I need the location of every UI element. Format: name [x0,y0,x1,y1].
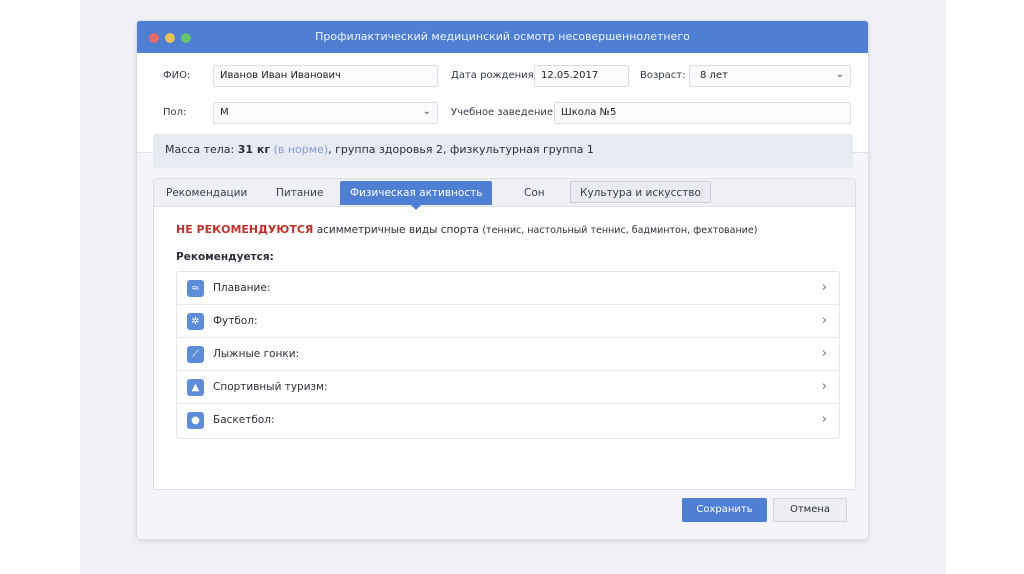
norm-status: (в норме) [273,143,329,156]
mass-value: 31 кг [237,143,271,156]
chevron-right-icon: › [821,379,827,394]
tab-bar: Рекомендации Питание Физическая активнос… [154,179,855,210]
age-select[interactable]: 8 лет ⌄ [689,65,851,87]
skiing-icon: ⟋ [187,346,204,363]
not-recommended-details: (теннис, настольный теннис, бадминтон, ф… [482,225,758,236]
recommended-heading: Рекомендуется: [176,251,274,263]
football-icon: ✲ [187,313,204,330]
not-recommended-text: асимметричные виды спорта [316,224,479,236]
sex-label: Пол: [163,107,187,118]
tab-culture-art[interactable]: Культура и искусство [570,181,711,203]
fio-field[interactable]: Иванов Иван Иванович [213,65,438,87]
health-summary: Масса тела: 31 кг (в норме), группа здор… [153,134,853,168]
chevron-right-icon: › [821,313,827,328]
chevron-down-icon: ⌄ [835,69,844,80]
chevron-right-icon: › [821,412,827,427]
chevron-right-icon: › [821,346,827,361]
fio-label: ФИО: [163,70,191,81]
list-item-skiing[interactable]: ⟋ Лыжные гонки: › [177,338,839,371]
exam-window: Профилактический медицинский осмотр несо… [136,20,869,540]
age-value: 8 лет [700,70,728,81]
item-label: Спортивный туризм: [213,381,328,393]
not-recommended-caps: НЕ РЕКОМЕНДУЮТСЯ [176,223,314,236]
list-item-basketball[interactable]: ● Баскетбол: › [177,404,839,437]
titlebar: Профилактический медицинский осмотр несо… [137,21,868,53]
tab-sleep[interactable]: Сон [514,181,555,205]
chevron-down-icon: ⌄ [422,106,431,117]
age-label: Возраст: [640,70,686,81]
health-groups: , группа здоровья 2, физкультурная групп… [328,143,594,156]
window-title: Профилактический медицинский осмотр несо… [315,30,690,43]
chevron-right-icon: › [821,280,827,295]
school-label: Учебное заведение: [451,107,557,118]
save-button[interactable]: Сохранить [682,498,767,522]
school-field[interactable]: Школа №5 [554,102,851,124]
tab-panel: Рекомендации Питание Физическая активнос… [153,178,856,490]
sex-select[interactable]: М ⌄ [213,102,438,124]
list-item-football[interactable]: ✲ Футбол: › [177,305,839,338]
tab-recommendations[interactable]: Рекомендации [156,181,257,205]
item-label: Лыжные гонки: [213,348,300,360]
dob-field[interactable]: 12.05.2017 [534,65,629,87]
tab-physical-activity[interactable]: Физическая активность [340,181,493,210]
sex-value: М [220,107,229,118]
basketball-icon: ● [187,412,204,429]
item-label: Плавание: [213,282,271,294]
item-label: Футбол: [213,315,258,327]
tab-nutrition[interactable]: Питание [266,181,333,205]
dob-label: Дата рождения: [451,70,538,81]
list-item-hiking[interactable]: ▲ Спортивный туризм: › [177,371,839,404]
not-recommended-note: НЕ РЕКОМЕНДУЮТСЯ асимметричные виды спор… [176,223,757,236]
mass-label: Масса тела: [165,143,235,156]
hiking-icon: ▲ [187,379,204,396]
swimming-icon: ≈ [187,280,204,297]
sports-list: ≈ Плавание: › ✲ Футбол: › ⟋ Лыжные гонки… [176,271,840,439]
cancel-button[interactable]: Отмена [773,498,847,522]
list-item-swimming[interactable]: ≈ Плавание: › [177,272,839,305]
item-label: Баскетбол: [213,414,275,426]
